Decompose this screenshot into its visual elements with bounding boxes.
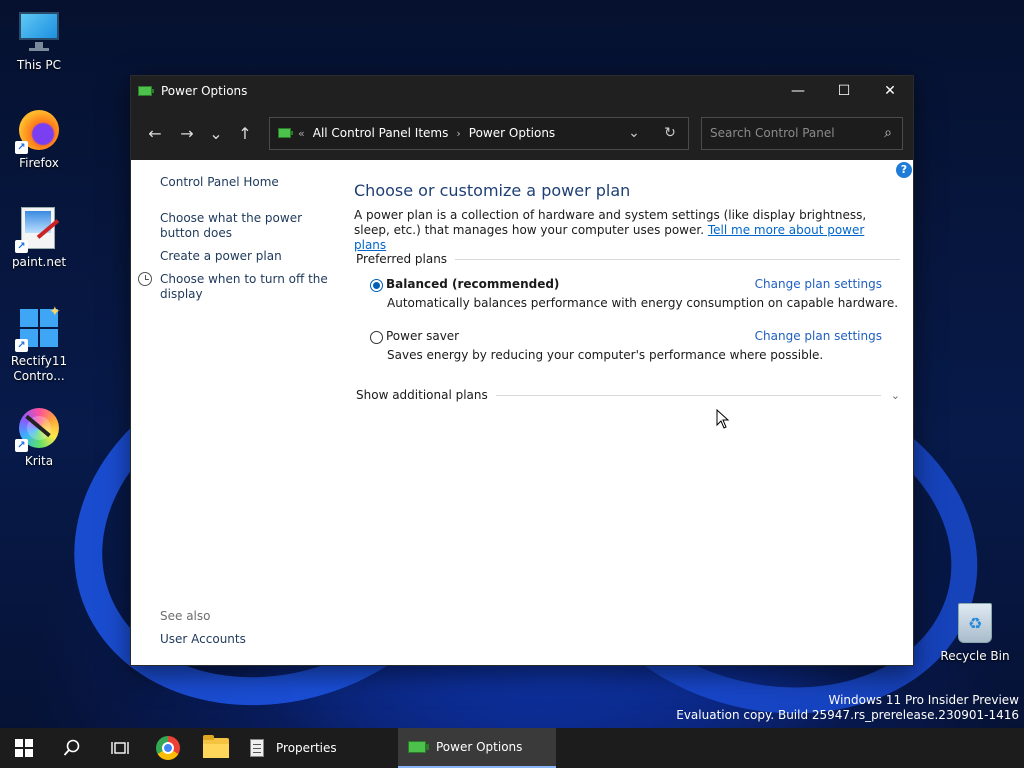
up-button[interactable]: ↑ [229, 117, 261, 149]
intro-text: A power plan is a collection of hardware… [354, 208, 894, 253]
desktop-icon-label: Rectify11 Contro... [10, 354, 68, 383]
breadcrumb-all-control-panel-items[interactable]: All Control Panel Items [313, 126, 449, 140]
battery-icon [138, 85, 154, 97]
search-input[interactable] [710, 126, 874, 140]
plan-description: Automatically balances performance with … [387, 296, 899, 310]
preferred-plans-heading: Preferred plans [356, 252, 448, 266]
back-button[interactable]: ← [139, 117, 171, 149]
taskbar-file-explorer-button[interactable] [192, 728, 240, 768]
desktop-icon-firefox[interactable]: ↗ Firefox [1, 108, 77, 171]
maximize-button[interactable]: ☐ [821, 76, 867, 106]
desktop-icon-label: Firefox [19, 156, 59, 170]
shortcut-arrow-icon: ↗ [15, 339, 28, 352]
forward-button[interactable]: → [171, 117, 203, 149]
divider [495, 394, 881, 396]
chevron-right-icon[interactable]: › [456, 127, 460, 140]
taskbar-search-button[interactable] [48, 728, 96, 768]
taskbar: Properties Power Options [0, 728, 1024, 768]
evaluation-watermark: Windows 11 Pro Insider Preview Evaluatio… [676, 693, 1019, 723]
taskbar-app-label: Power Options [436, 740, 523, 754]
plan-name[interactable]: Balanced (recommended) [386, 277, 559, 291]
chrome-icon [156, 736, 180, 760]
preferred-plans-section: Preferred plans [356, 252, 900, 266]
search-icon [63, 739, 80, 756]
recycle-bin-icon: ♻ [958, 603, 992, 643]
task-view-button[interactable] [96, 728, 144, 768]
battery-icon [408, 740, 430, 754]
address-bar[interactable]: « All Control Panel Items › Power Option… [269, 116, 689, 150]
search-box[interactable]: ⌕ [701, 116, 903, 150]
create-power-plan-link[interactable]: Create a power plan [160, 249, 330, 264]
show-additional-plans-label[interactable]: Show additional plans [356, 388, 488, 402]
shortcut-arrow-icon: ↗ [15, 240, 28, 253]
close-button[interactable]: ✕ [867, 76, 913, 106]
plan-name[interactable]: Power saver [386, 329, 459, 343]
recent-locations-button[interactable]: ⌄ [203, 117, 229, 149]
help-icon[interactable]: ? [896, 162, 912, 178]
turn-off-display-link[interactable]: Choose when to turn off the display [160, 272, 330, 302]
content-area: Control Panel Home Choose what the power… [131, 160, 913, 665]
desktop-icon-rectify11[interactable]: ✦ ↗ Rectify11 Contro... [1, 304, 77, 384]
desktop-icon-paint-net[interactable]: ↗ paint.net [1, 207, 77, 270]
page-title: Choose or customize a power plan [354, 181, 631, 200]
desktop-icon-this-pc[interactable]: This PC [1, 10, 77, 73]
taskbar-power-options-button[interactable]: Power Options [398, 728, 556, 768]
plan-radio-balanced[interactable] [370, 279, 383, 292]
start-button[interactable] [0, 728, 48, 768]
watermark-line: Evaluation copy. Build 25947.rs_prerelea… [676, 708, 1019, 722]
navigation-bar: ← → ⌄ ↑ « All Control Panel Items › Powe… [131, 106, 913, 160]
desktop-icon-label: This PC [17, 58, 61, 72]
properties-icon [250, 739, 264, 757]
shortcut-arrow-icon: ↗ [15, 141, 28, 154]
breadcrumb-overflow[interactable]: « [298, 127, 305, 140]
clock-icon [138, 272, 152, 286]
desktop-icon-label: Krita [24, 454, 54, 468]
change-plan-settings-link[interactable]: Change plan settings [755, 329, 882, 343]
user-accounts-link[interactable]: User Accounts [160, 632, 330, 647]
watermark-line: Windows 11 Pro Insider Preview [828, 693, 1019, 707]
plan-radio-power-saver[interactable] [370, 331, 383, 344]
sparkle-icon: ✦ [49, 304, 61, 320]
taskbar-chrome-button[interactable] [144, 728, 192, 768]
firefox-icon: ↗ [15, 108, 61, 154]
task-view-icon [111, 742, 129, 754]
search-icon[interactable]: ⌕ [874, 125, 902, 141]
see-also-heading: See also [160, 609, 211, 623]
taskbar-properties-button[interactable]: Properties [240, 728, 398, 768]
recycle-bin-label: Recycle Bin [940, 649, 1010, 663]
title-bar[interactable]: Power Options — ☐ ✕ [131, 76, 913, 106]
plan-description: Saves energy by reducing your computer's… [387, 348, 824, 362]
desktop-icon-recycle-bin[interactable]: ♻ Recycle Bin [940, 603, 1010, 663]
paint-net-icon: ↗ [15, 207, 61, 253]
refresh-button[interactable]: ↻ [652, 125, 688, 141]
minimize-button[interactable]: — [775, 76, 821, 106]
battery-icon [278, 127, 294, 139]
divider [455, 258, 900, 260]
monitor-icon [17, 10, 61, 54]
taskbar-app-label: Properties [276, 741, 337, 755]
windows-start-icon [15, 739, 33, 757]
address-dropdown-button[interactable]: ⌄ [616, 125, 652, 141]
power-options-window: Power Options — ☐ ✕ ← → ⌄ ↑ « All Contro… [130, 75, 914, 666]
shortcut-arrow-icon: ↗ [15, 439, 28, 452]
left-pane: Control Panel Home Choose what the power… [131, 160, 341, 665]
show-additional-plans-toggle[interactable]: Show additional plans ⌄ [356, 388, 900, 402]
power-button-link[interactable]: Choose what the power button does [160, 211, 330, 241]
control-panel-home-link[interactable]: Control Panel Home [160, 175, 330, 190]
chevron-down-icon[interactable]: ⌄ [891, 389, 900, 402]
krita-icon: ↗ [15, 406, 61, 452]
mouse-cursor-icon [716, 409, 730, 429]
breadcrumb-power-options[interactable]: Power Options [469, 126, 555, 140]
folder-icon [203, 735, 229, 758]
window-title: Power Options [161, 84, 248, 98]
change-plan-settings-link[interactable]: Change plan settings [755, 277, 882, 291]
desktop-icon-krita[interactable]: ↗ Krita [1, 406, 77, 469]
windows-logo-icon: ✦ ↗ [15, 304, 61, 352]
desktop-icon-label: paint.net [11, 255, 67, 269]
